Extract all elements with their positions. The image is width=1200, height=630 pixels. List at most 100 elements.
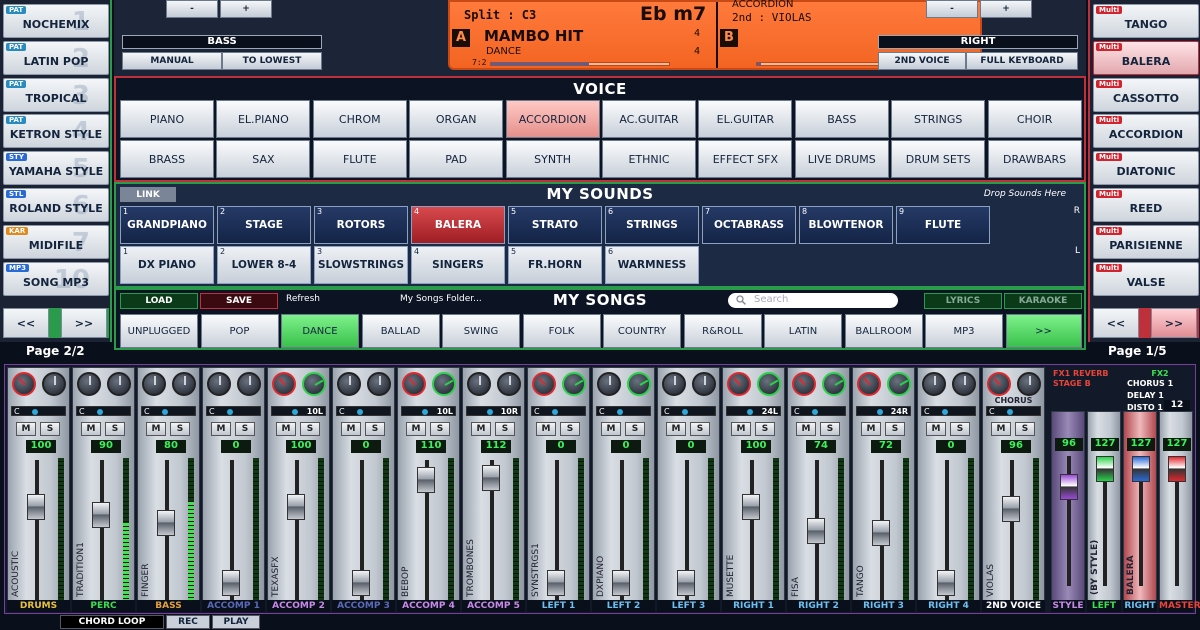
- voice-button-el-piano[interactable]: EL.PIANO: [216, 100, 311, 138]
- solo-button[interactable]: S: [365, 422, 385, 436]
- mute-button[interactable]: M: [406, 422, 426, 436]
- voice-button-synth[interactable]: SYNTH: [505, 140, 600, 178]
- voice-button-drawbars[interactable]: DRAWBARS: [987, 140, 1082, 178]
- left-style-button[interactable]: 3 PAT TROPICAL: [3, 77, 109, 112]
- volume-fader[interactable]: [872, 520, 890, 546]
- song-genre-button[interactable]: FOLK: [522, 314, 601, 348]
- rec-button[interactable]: REC: [166, 615, 210, 629]
- voice-button-ac-guitar[interactable]: AC.GUITAR: [602, 100, 696, 138]
- solo-button[interactable]: S: [300, 422, 320, 436]
- song-genre-button[interactable]: SWING: [442, 314, 520, 348]
- mute-button[interactable]: M: [81, 422, 101, 436]
- reverb-send-knob[interactable]: [142, 372, 166, 396]
- voice-button-drum-sets[interactable]: DRUM SETS: [891, 140, 986, 178]
- karaoke-button[interactable]: KARAOKE: [1004, 293, 1082, 309]
- chorus-send-knob[interactable]: [237, 372, 261, 396]
- mute-button[interactable]: M: [341, 422, 361, 436]
- right-style-button[interactable]: Multi BALERA: [1093, 40, 1199, 75]
- volume-fader[interactable]: [612, 570, 630, 597]
- pan-strip[interactable]: C: [206, 406, 261, 416]
- pan-strip[interactable]: C: [921, 406, 976, 416]
- pan-strip[interactable]: 24R: [856, 406, 911, 416]
- solo-button[interactable]: S: [40, 422, 60, 436]
- solo-button[interactable]: S: [170, 422, 190, 436]
- solo-button[interactable]: S: [950, 422, 970, 436]
- song-genre-button[interactable]: COUNTRY: [603, 314, 681, 348]
- right-volume-fader[interactable]: [1132, 456, 1150, 482]
- chorus-send-knob[interactable]: [562, 372, 586, 396]
- left-style-button[interactable]: 1 PAT NOCHEMIX: [3, 4, 109, 38]
- right-style-button[interactable]: Multi ACCORDION: [1093, 114, 1199, 149]
- sound-slot[interactable]: 4 BALERA: [411, 206, 505, 244]
- solo-button[interactable]: S: [755, 422, 775, 436]
- solo-button[interactable]: S: [1015, 422, 1035, 436]
- song-genre-button[interactable]: UNPLUGGED: [120, 314, 198, 348]
- voice-button-pad[interactable]: PAD: [409, 140, 504, 178]
- voice-button-effect-sfx[interactable]: EFFECT SFX: [698, 140, 793, 178]
- left-next-page-button[interactable]: >>: [61, 308, 107, 338]
- song-genre-button[interactable]: R&ROLL: [683, 314, 762, 348]
- sound-slot[interactable]: 3 SLOWSTRINGS: [314, 246, 408, 284]
- right-2nd-voice-button[interactable]: 2ND VOICE: [878, 52, 966, 70]
- sound-slot[interactable]: 3 ROTORS: [314, 206, 408, 244]
- reverb-send-knob[interactable]: [402, 372, 426, 396]
- left-volume-fader[interactable]: [1096, 456, 1114, 482]
- chorus-send-knob[interactable]: [822, 372, 846, 396]
- bass-manual-button[interactable]: MANUAL: [122, 52, 222, 70]
- chorus-send-knob[interactable]: [367, 372, 391, 396]
- left-prev-page-button[interactable]: <<: [3, 308, 49, 338]
- pan-strip[interactable]: C: [531, 406, 586, 416]
- fx2-label[interactable]: FX2: [1127, 369, 1193, 378]
- mute-button[interactable]: M: [146, 422, 166, 436]
- pan-strip[interactable]: C: [336, 406, 391, 416]
- right-style-button[interactable]: Multi CASSOTTO: [1093, 77, 1199, 112]
- reverb-send-knob[interactable]: [272, 372, 296, 396]
- chord-loop-button[interactable]: CHORD LOOP: [60, 615, 164, 629]
- solo-button[interactable]: S: [690, 422, 710, 436]
- style-volume-fader[interactable]: [1060, 474, 1078, 500]
- chorus-send-knob[interactable]: [302, 372, 326, 396]
- mute-button[interactable]: M: [861, 422, 881, 436]
- sound-slot[interactable]: 2 LOWER 8-4: [217, 246, 311, 284]
- mute-button[interactable]: M: [471, 422, 491, 436]
- voice-button-sax[interactable]: SAX: [216, 140, 311, 178]
- song-genre-button[interactable]: POP: [200, 314, 279, 348]
- reverb-send-knob[interactable]: [597, 372, 621, 396]
- mute-button[interactable]: M: [536, 422, 556, 436]
- reverb-send-knob[interactable]: [857, 372, 881, 396]
- voice-button-chrom[interactable]: CHROM: [312, 100, 407, 138]
- pan-strip[interactable]: C: [986, 406, 1041, 416]
- reverb-send-knob[interactable]: [467, 372, 491, 396]
- sound-slot[interactable]: 5 FR.HORN: [508, 246, 602, 284]
- left-style-button[interactable]: 2 PAT LATIN POP: [3, 40, 109, 75]
- voice-button-organ[interactable]: ORGAN: [409, 100, 504, 138]
- chorus-send-knob[interactable]: [627, 372, 651, 396]
- volume-fader[interactable]: [417, 467, 435, 494]
- volume-fader[interactable]: [937, 570, 955, 597]
- chorus-send-knob[interactable]: [432, 372, 456, 396]
- volume-fader[interactable]: [92, 502, 110, 528]
- left-style-button[interactable]: 10 MP3 SONG MP3: [3, 261, 109, 296]
- solo-button[interactable]: S: [625, 422, 645, 436]
- sound-slot[interactable]: 4 SINGERS: [411, 246, 505, 284]
- chorus-send-knob[interactable]: [952, 372, 976, 396]
- chorus-send-knob[interactable]: [497, 372, 521, 396]
- reverb-send-knob[interactable]: [532, 372, 556, 396]
- master-volume-fader[interactable]: [1168, 456, 1186, 482]
- reverb-send-knob[interactable]: [12, 372, 36, 396]
- voice-button-brass[interactable]: BRASS: [120, 140, 214, 178]
- pan-strip[interactable]: C: [661, 406, 716, 416]
- right-full-keyboard-button[interactable]: FULL KEYBOARD: [966, 52, 1078, 70]
- voice-button-strings[interactable]: STRINGS: [891, 100, 986, 138]
- voice-button-bass[interactable]: BASS: [794, 100, 889, 138]
- voice-button-el-guitar[interactable]: EL.GUITAR: [698, 100, 793, 138]
- bass-minus-button[interactable]: -: [166, 0, 218, 18]
- pan-strip[interactable]: 10R: [466, 406, 521, 416]
- pan-strip[interactable]: 10L: [271, 406, 326, 416]
- left-style-button[interactable]: 5 STY YAMAHA STYLE: [3, 151, 109, 186]
- volume-fader[interactable]: [547, 570, 565, 597]
- reverb-send-knob[interactable]: [792, 372, 816, 396]
- volume-fader[interactable]: [807, 517, 825, 544]
- sound-slot[interactable]: 6 WARMNESS: [605, 246, 699, 284]
- voice-button-choir[interactable]: CHOIR: [987, 100, 1082, 138]
